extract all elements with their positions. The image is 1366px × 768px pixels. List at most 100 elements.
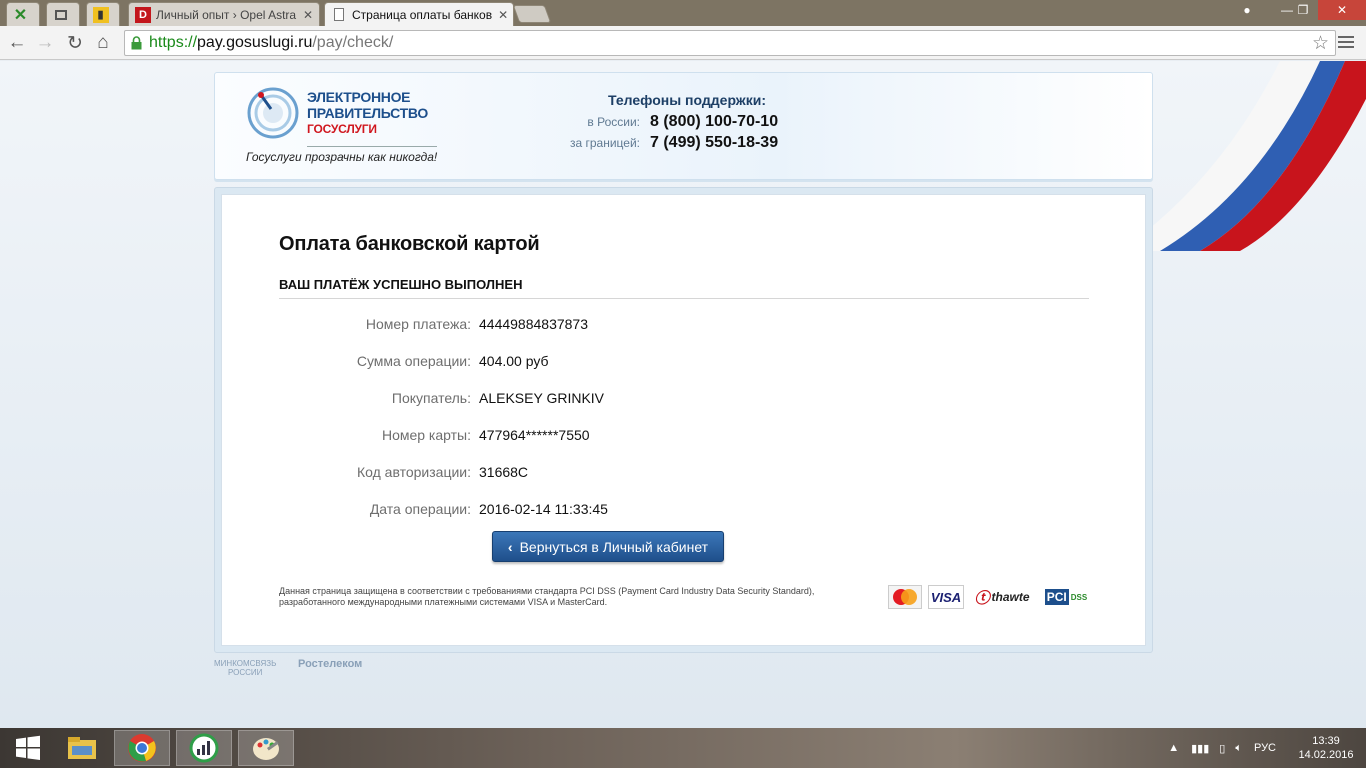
dss-label: DSS (1070, 592, 1088, 602)
field-row: Номер платежа: 44449884837873 (279, 316, 1089, 332)
logo-text: ЭЛЕКТРОННОЕ ПРАВИТЕЛЬСТВО (307, 89, 428, 121)
page-icon (331, 7, 347, 23)
paint-app-icon[interactable] (238, 730, 294, 766)
payment-card: Оплата банковской картой ВАШ ПЛАТЁЖ УСПЕ… (221, 194, 1146, 646)
field-value: 2016-02-14 11:33:45 (479, 501, 608, 517)
tab-pinned-2[interactable] (46, 2, 80, 26)
field-value: ALEKSEY GRINKIV (479, 390, 605, 406)
field-row: Код авторизации: 31668C (279, 464, 1089, 480)
field-value: 44449884837873 (479, 316, 589, 332)
payment-panel: Оплата банковской картой ВАШ ПЛАТЁЖ УСПЕ… (214, 187, 1153, 653)
field-label: Номер платежа: (365, 316, 471, 332)
footer-line2: РОССИИ (227, 668, 263, 677)
field-row: Сумма операции: 404.00 руб (279, 353, 1089, 369)
field-value: 31668C (479, 464, 529, 480)
reload-icon[interactable]: ↻ (64, 32, 86, 54)
support-label: в России: (587, 115, 640, 129)
support-number[interactable]: 8 (800) 100-70-10 (650, 113, 778, 131)
footer-line1: МИНКОМСВЯЗЬ (214, 659, 277, 668)
network-signal-icon[interactable]: ▮▮▮ (1191, 742, 1209, 755)
language-indicator[interactable]: РУС (1254, 742, 1276, 754)
support-number[interactable]: 7 (499) 550-18-39 (650, 134, 778, 152)
chevron-left-icon: ‹ (507, 538, 513, 555)
support-row-abroad: за границей: 7 (499) 550-18-39 (545, 134, 845, 152)
field-label: Дата операции: (369, 501, 471, 517)
chrome-menu-icon[interactable] (1338, 34, 1354, 50)
slogan: Госуслуги прозрачны как никогда! (246, 150, 438, 164)
tab-label: Личный опыт › Opel Astra (156, 7, 297, 22)
support-row-russia: в России: 8 (800) 100-70-10 (545, 113, 845, 131)
field-row: Дата операции: 2016-02-14 11:33:45 (279, 501, 1089, 517)
forward-arrow-icon[interactable]: → (34, 32, 56, 54)
window-icon (53, 7, 69, 23)
payment-status: ВАШ ПЛАТЁЖ УСПЕШНО ВЫПОЛНЕН (279, 277, 523, 292)
x-app-icon: ✕ (13, 6, 28, 24)
close-tab-icon[interactable]: ✕ (492, 8, 508, 22)
url-host: pay.gosuslugi.ru (197, 34, 313, 51)
divider (279, 298, 1089, 299)
tab-pinned-1[interactable]: ✕ (6, 2, 40, 26)
visa-logo-icon: VISA (928, 585, 964, 609)
field-value: 477964******7550 (479, 427, 590, 443)
profile-icon[interactable]: ● (1230, 0, 1264, 20)
rostelecom-logo[interactable]: Ростелеком (298, 658, 362, 670)
home-icon[interactable]: ⌂ (92, 32, 114, 54)
pci-dss-note: Данная страница защищена в соответствии … (279, 586, 815, 607)
restore-button[interactable]: ❐ (1286, 0, 1320, 20)
security-badges: VISA ⓣ thawte PCI DSS (888, 585, 1092, 609)
url-scheme: https:// (149, 34, 198, 51)
pci-label: PCI (1044, 589, 1069, 605)
field-row: Номер карты: 477964******7550 (279, 427, 1089, 443)
tab-drive2[interactable]: D Личный опыт › Opel Astra ✕ (128, 2, 320, 26)
back-button-label: Вернуться в Личный кабинет (519, 538, 709, 555)
site-header: ЭЛЕКТРОННОЕ ПРАВИТЕЛЬСТВО ГОСУСЛУГИ Госу… (214, 72, 1153, 180)
close-window-button[interactable]: ✕ (1318, 0, 1366, 20)
gosuslugi-logo-icon (247, 87, 299, 139)
lock-icon (131, 36, 142, 50)
tab-pinned-3[interactable]: ▮ (86, 2, 120, 26)
close-tab-icon[interactable]: ✕ (297, 8, 313, 22)
bookmark-star-icon[interactable]: ☆ (1312, 32, 1329, 55)
minkomsvyaz-logo[interactable]: МИНКОМСВЯЗЬ РОССИИ (214, 659, 276, 677)
chrome-taskbar-icon[interactable] (114, 730, 170, 766)
battery-icon[interactable]: ▯ (1219, 742, 1225, 755)
windows-start-icon[interactable] (0, 730, 56, 766)
support-title: Телефоны поддержки: (608, 92, 767, 108)
clock[interactable]: 13:39 14.02.2016 (1286, 734, 1366, 762)
chart-app-icon: ▮ (92, 6, 109, 23)
signal-app-icon[interactable] (176, 730, 232, 766)
address-bar[interactable]: https://pay.gosuslugi.ru/pay/check/ ☆ (124, 30, 1336, 56)
file-explorer-icon[interactable] (54, 730, 110, 766)
field-value: 404.00 руб (479, 353, 549, 369)
mastercard-logo-icon (888, 585, 922, 609)
volume-icon[interactable]: 🔈︎ (1235, 742, 1242, 755)
tab-payment[interactable]: Страница оплаты банков ✕ (324, 2, 514, 26)
page-title: Оплата банковской картой (279, 233, 540, 255)
tab-label: Страница оплаты банков (352, 7, 493, 22)
windows-taskbar: ▲ ▮▮▮ ▯ 🔈︎ РУС 13:39 14.02.2016 (0, 728, 1366, 768)
url-path: /pay/check/ (312, 34, 394, 51)
clock-time: 13:39 (1312, 735, 1340, 747)
pci-dss-logo-icon: PCI DSS (1040, 585, 1092, 609)
back-to-cabinet-button[interactable]: ‹ Вернуться в Личный кабинет (492, 531, 724, 562)
field-label: Номер карты: (381, 427, 471, 443)
logo-line2: ПРАВИТЕЛЬСТВО (307, 105, 428, 121)
logo-line1: ЭЛЕКТРОННОЕ (307, 89, 411, 105)
page-viewport: ЭЛЕКТРОННОЕ ПРАВИТЕЛЬСТВО ГОСУСЛУГИ Госу… (0, 61, 1366, 728)
tray-expand-icon[interactable]: ▲ (1168, 742, 1179, 754)
logo-divider (307, 146, 437, 147)
thawte-label: thawte (991, 590, 1030, 604)
thawte-logo-icon: ⓣ thawte (970, 585, 1034, 609)
drive2-d-icon: D (135, 6, 151, 23)
clock-date: 14.02.2016 (1298, 749, 1354, 761)
system-tray: ▲ ▮▮▮ ▯ 🔈︎ РУС 13:39 14.02.2016 (1168, 728, 1366, 768)
logo-line3: ГОСУСЛУГИ (307, 122, 377, 136)
field-row: Покупатель: ALEKSEY GRINKIV (279, 390, 1089, 406)
tab-strip: ✕ ▮ D Личный опыт › Opel Astra ✕ Страниц… (0, 0, 1366, 26)
back-arrow-icon[interactable]: ← (6, 32, 28, 54)
field-label: Сумма операции: (356, 353, 471, 369)
field-label: Код авторизации: (356, 464, 471, 480)
browser-toolbar: ← → ↻ ⌂ https://pay.gosuslugi.ru/pay/che… (0, 26, 1366, 60)
support-label: за границей: (569, 136, 640, 150)
new-tab-button[interactable] (512, 5, 552, 23)
